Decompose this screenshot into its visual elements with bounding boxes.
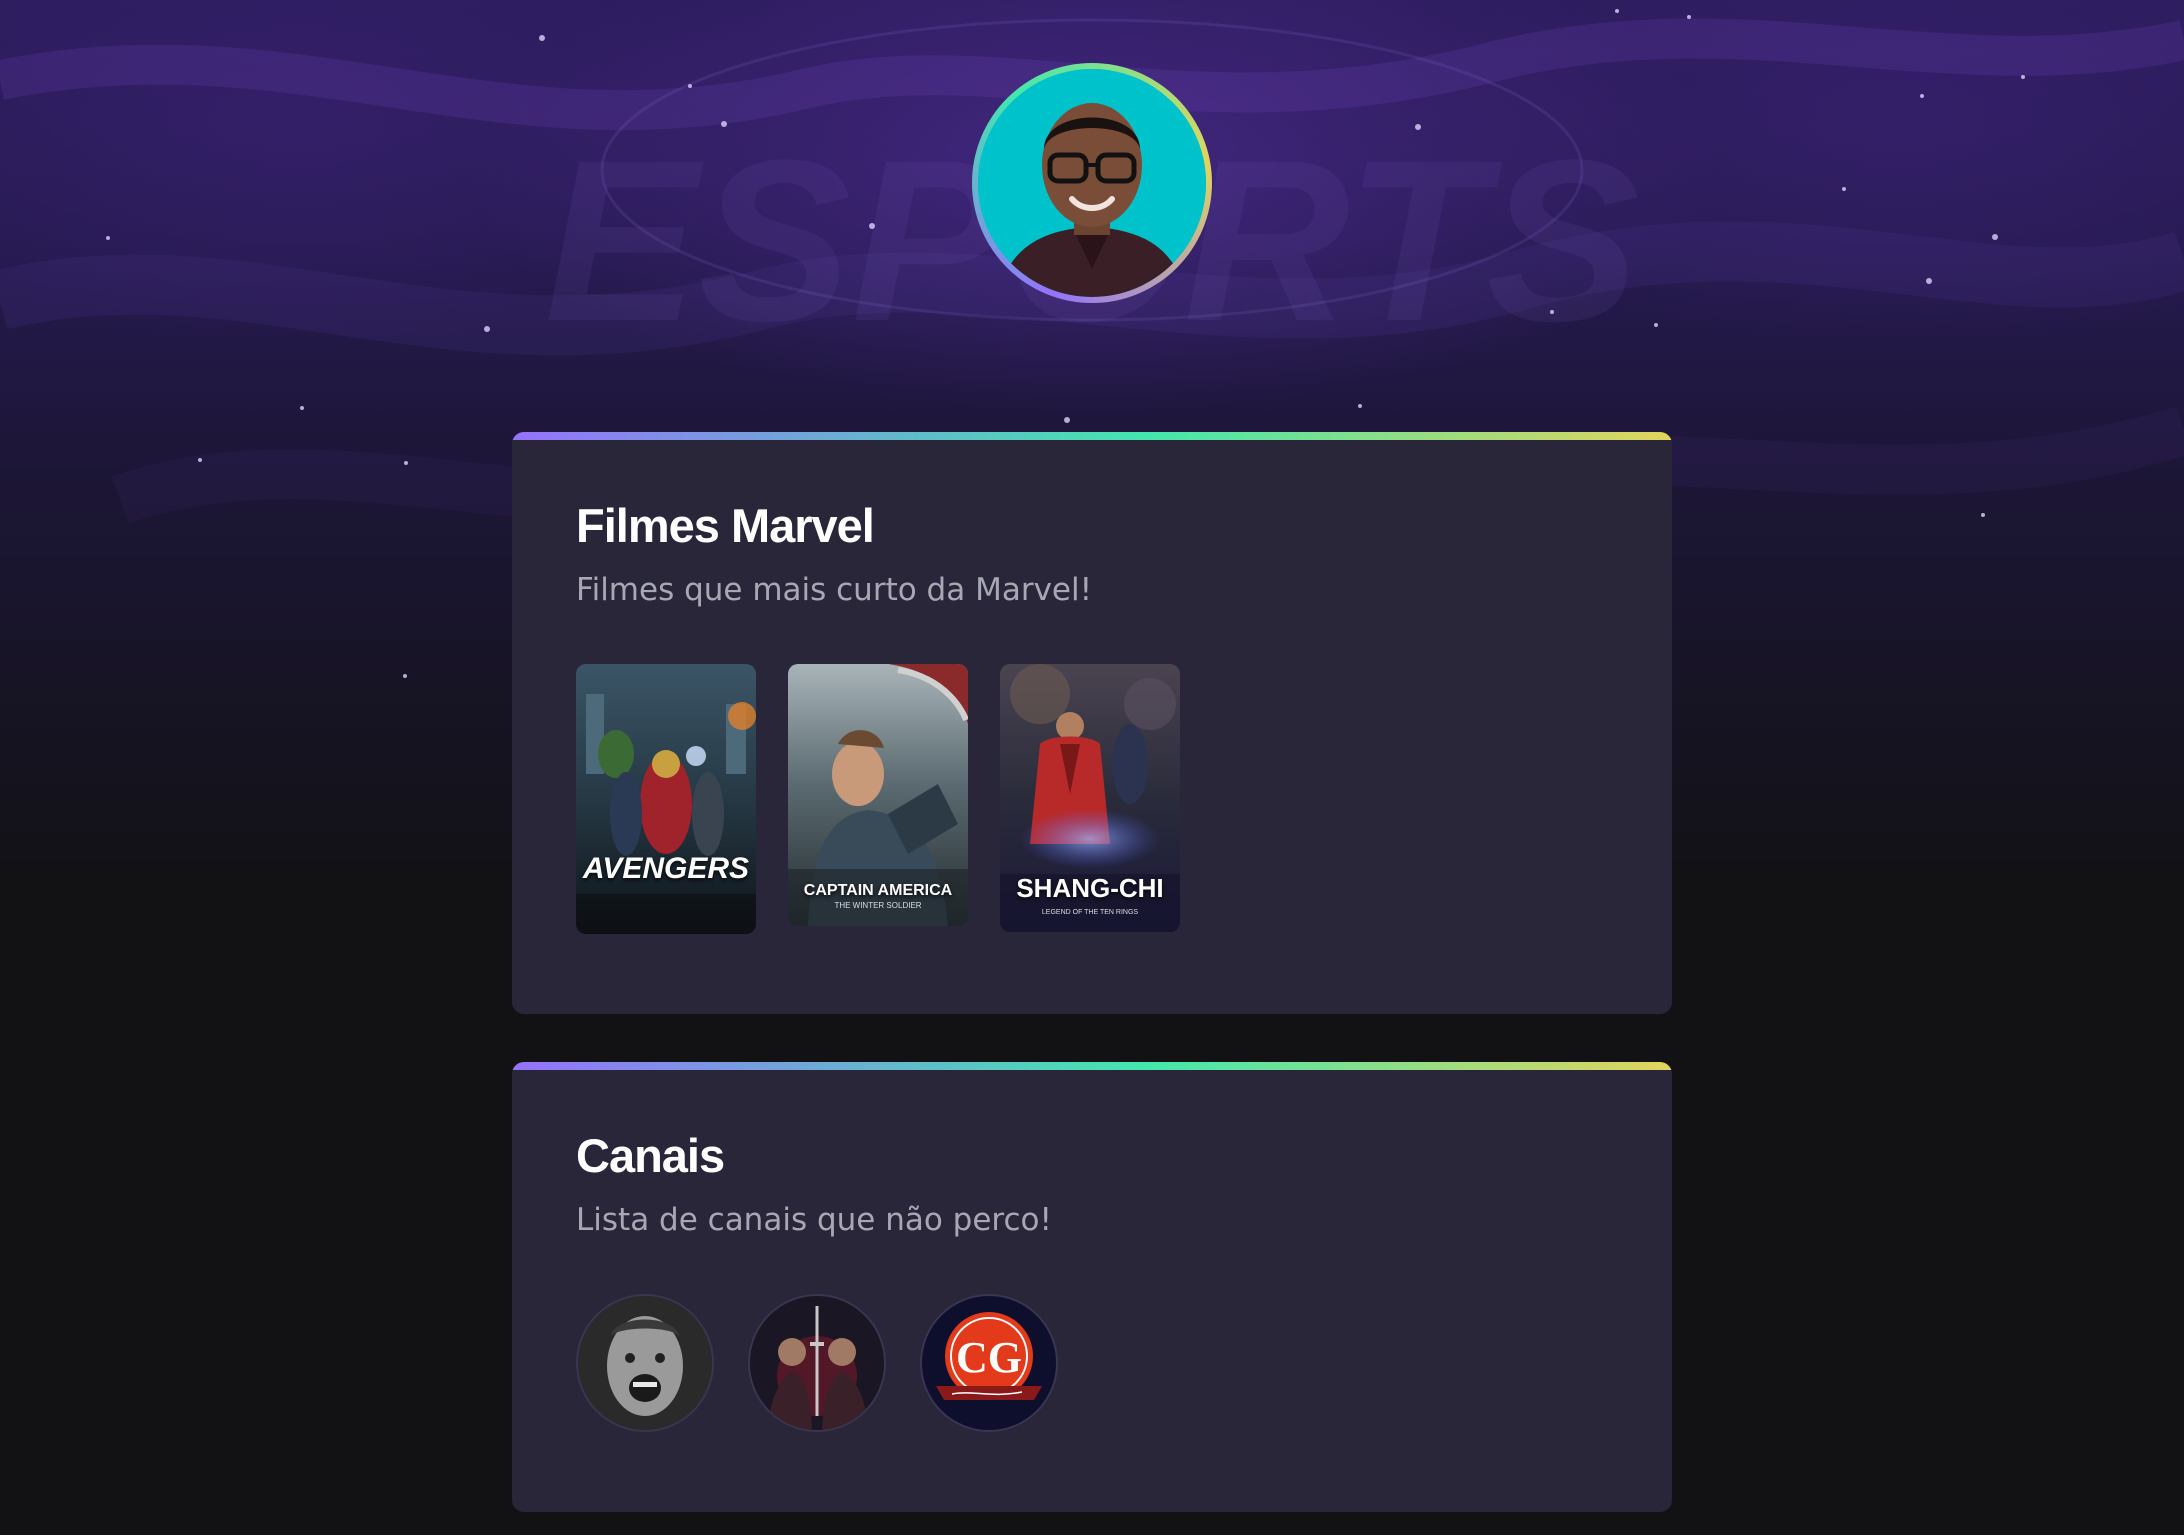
page: ESPORTS bbox=[0, 0, 2184, 1535]
poster-title: SHANG-CHI bbox=[1016, 873, 1164, 903]
avengers-poster[interactable]: AVENGERS bbox=[576, 664, 756, 934]
section-subtitle: Filmes que mais curto da Marvel! bbox=[576, 572, 1093, 608]
section-card-filmes-marvel: Filmes Marvel Filmes que mais curto da M… bbox=[512, 432, 1672, 1014]
section-title: Canais bbox=[576, 1129, 725, 1182]
shang-chi-poster[interactable]: SHANG-CHI LEGEND OF THE TEN RINGS bbox=[1000, 664, 1180, 932]
section-title: Filmes Marvel bbox=[576, 499, 875, 552]
channel-avatar-2[interactable] bbox=[748, 1294, 886, 1432]
channel-logo-text: CG bbox=[956, 1333, 1022, 1382]
channel-list: CG bbox=[576, 1294, 1058, 1432]
profile-photo bbox=[978, 69, 1206, 297]
profile-avatar[interactable] bbox=[972, 63, 1212, 303]
poster-subtitle: LEGEND OF THE TEN RINGS bbox=[1041, 909, 1139, 916]
poster-title: AVENGERS bbox=[582, 852, 750, 885]
movie-list: AVENGERS CAPTAIN AMERICA THE WINTER SOLD… bbox=[576, 664, 1180, 934]
captain-america-poster[interactable]: CAPTAIN AMERICA THE WINTER SOLDIER bbox=[788, 664, 968, 926]
section-subtitle: Lista de canais que não perco! bbox=[576, 1202, 1052, 1238]
poster-title: CAPTAIN AMERICA bbox=[803, 882, 953, 899]
section-card-canais: Canais Lista de canais que não perco! CG bbox=[512, 1062, 1672, 1512]
channel-avatar-3[interactable]: CG bbox=[920, 1294, 1058, 1432]
poster-subtitle: THE WINTER SOLDIER bbox=[834, 901, 922, 910]
channel-avatar-1[interactable] bbox=[576, 1294, 714, 1432]
